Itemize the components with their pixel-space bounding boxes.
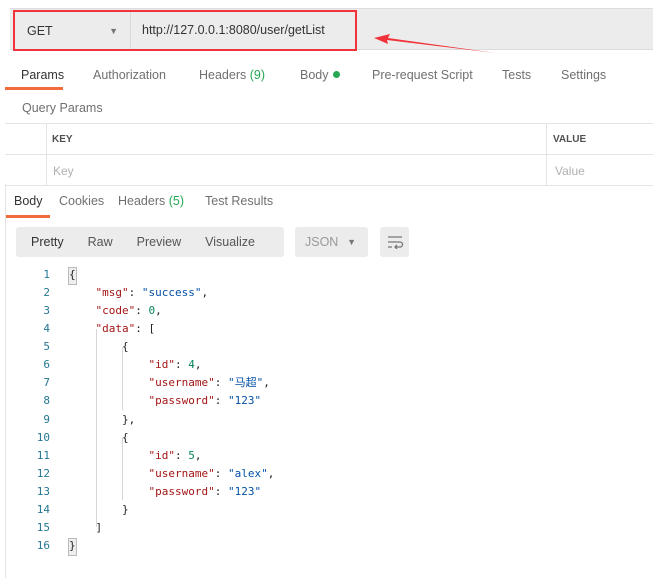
code-token: "alex" xyxy=(227,466,268,480)
response-tab-test-results[interactable]: Test Results xyxy=(205,194,273,208)
code-token: } xyxy=(69,539,76,553)
tab-params[interactable]: Params xyxy=(21,68,64,82)
modified-dot-icon xyxy=(332,71,340,78)
code-token: "马超" xyxy=(227,376,264,390)
tab-label: Params xyxy=(21,68,65,82)
line-number: 4 xyxy=(43,322,50,336)
response-tab-headers[interactable]: Headers (5) xyxy=(118,194,184,208)
code-token: "password" xyxy=(69,394,215,408)
line-number: 16 xyxy=(36,539,50,553)
code-token: "123" xyxy=(227,484,262,498)
format-label: JSON xyxy=(305,235,339,249)
line-number: 10 xyxy=(36,430,50,444)
view-mode-preview[interactable]: Preview xyxy=(137,235,181,249)
code-token: "data" xyxy=(69,322,136,336)
value-header: VALUE xyxy=(553,134,587,145)
tab-headers[interactable]: Headers (9) xyxy=(199,68,265,82)
code-token: "success" xyxy=(141,286,202,300)
code-token: "password" xyxy=(69,484,215,498)
code-token: { xyxy=(69,340,129,354)
code-token: ] xyxy=(69,520,103,534)
line-number: 1 xyxy=(43,268,50,281)
view-mode-group: Pretty Raw Preview Visualize xyxy=(16,227,284,257)
code-token: : xyxy=(135,304,149,318)
code-token: , xyxy=(155,304,162,318)
code-token: : xyxy=(214,466,228,480)
code-token: : xyxy=(214,394,228,408)
tab-label: Headers xyxy=(199,68,247,82)
response-tab-cookies[interactable]: Cookies xyxy=(59,194,104,208)
query-params-title: Query Params xyxy=(22,101,103,115)
tab-label: Authorization xyxy=(93,68,166,82)
code-token: "code" xyxy=(69,304,136,318)
value-input[interactable]: Value xyxy=(555,164,585,178)
line-number: 2 xyxy=(43,286,50,300)
line-number: 14 xyxy=(36,502,50,516)
tab-label: Settings xyxy=(561,68,607,82)
line-number: 8 xyxy=(43,394,50,408)
code-token: , xyxy=(263,376,270,390)
line-number: 13 xyxy=(36,484,50,498)
wrap-icon xyxy=(387,236,403,249)
active-tab-indicator xyxy=(6,215,50,218)
line-number: 6 xyxy=(43,358,50,372)
active-tab-indicator xyxy=(5,87,63,90)
code-token: "username" xyxy=(69,466,215,480)
format-select[interactable]: JSON ▼ xyxy=(295,227,368,257)
line-number: 15 xyxy=(36,520,50,534)
line-number: 5 xyxy=(43,340,50,354)
tab-label: Body xyxy=(300,68,329,82)
wrap-lines-button[interactable] xyxy=(380,227,409,257)
tab-pre-request-script[interactable]: Pre-request Script xyxy=(372,68,473,82)
code-token: "id" xyxy=(69,358,175,372)
tab-label: Cookies xyxy=(59,194,105,208)
tab-body[interactable]: Body xyxy=(300,68,340,82)
tab-tests[interactable]: Tests xyxy=(502,68,531,82)
tab-count: (5) xyxy=(168,194,185,208)
view-mode-visualize[interactable]: Visualize xyxy=(205,235,255,249)
code-token: "msg" xyxy=(69,286,129,300)
tab-authorization[interactable]: Authorization xyxy=(93,68,166,82)
code-token: , xyxy=(194,448,202,462)
key-input[interactable]: Key xyxy=(53,164,74,178)
key-header: KEY xyxy=(52,134,73,145)
code-token: 5 xyxy=(188,448,195,462)
code-token: 4 xyxy=(188,358,195,372)
code-token: , xyxy=(267,466,275,480)
annotation-box xyxy=(13,10,357,51)
code-token: : [ xyxy=(135,322,156,336)
annotation-arrow-icon xyxy=(374,34,495,53)
code-token: : xyxy=(174,358,189,372)
code-token: : xyxy=(128,286,142,300)
code-token: } xyxy=(69,502,129,516)
tab-label: Pre-request Script xyxy=(372,68,473,82)
tab-label: Tests xyxy=(502,68,532,82)
code-token: { xyxy=(69,268,76,281)
view-mode-raw[interactable]: Raw xyxy=(88,235,113,249)
tab-settings[interactable]: Settings xyxy=(561,68,606,82)
code-token: : xyxy=(214,376,228,390)
code-token: , xyxy=(194,358,202,372)
line-number: 11 xyxy=(36,448,50,462)
chevron-down-icon: ▼ xyxy=(347,237,356,247)
code-token: : xyxy=(214,484,228,498)
tab-label: Body xyxy=(14,194,43,208)
line-number: 3 xyxy=(43,304,50,318)
query-params-table: KEY VALUE Key Value xyxy=(5,123,653,186)
view-mode-pretty[interactable]: Pretty xyxy=(31,235,64,249)
code-token: "123" xyxy=(227,394,262,408)
line-number: 9 xyxy=(43,412,50,426)
code-token: : xyxy=(174,448,189,462)
tab-label: Headers xyxy=(118,194,166,208)
tab-count: (9) xyxy=(249,68,266,82)
code-token: "username" xyxy=(69,376,215,390)
code-token: , xyxy=(201,286,209,300)
code-token: "id" xyxy=(69,448,175,462)
code-token: }, xyxy=(69,412,136,426)
response-tab-body[interactable]: Body xyxy=(14,194,43,208)
line-number: 12 xyxy=(36,466,50,480)
line-number: 7 xyxy=(43,376,50,390)
code-token: { xyxy=(69,430,129,444)
tab-label: Test Results xyxy=(205,194,274,208)
